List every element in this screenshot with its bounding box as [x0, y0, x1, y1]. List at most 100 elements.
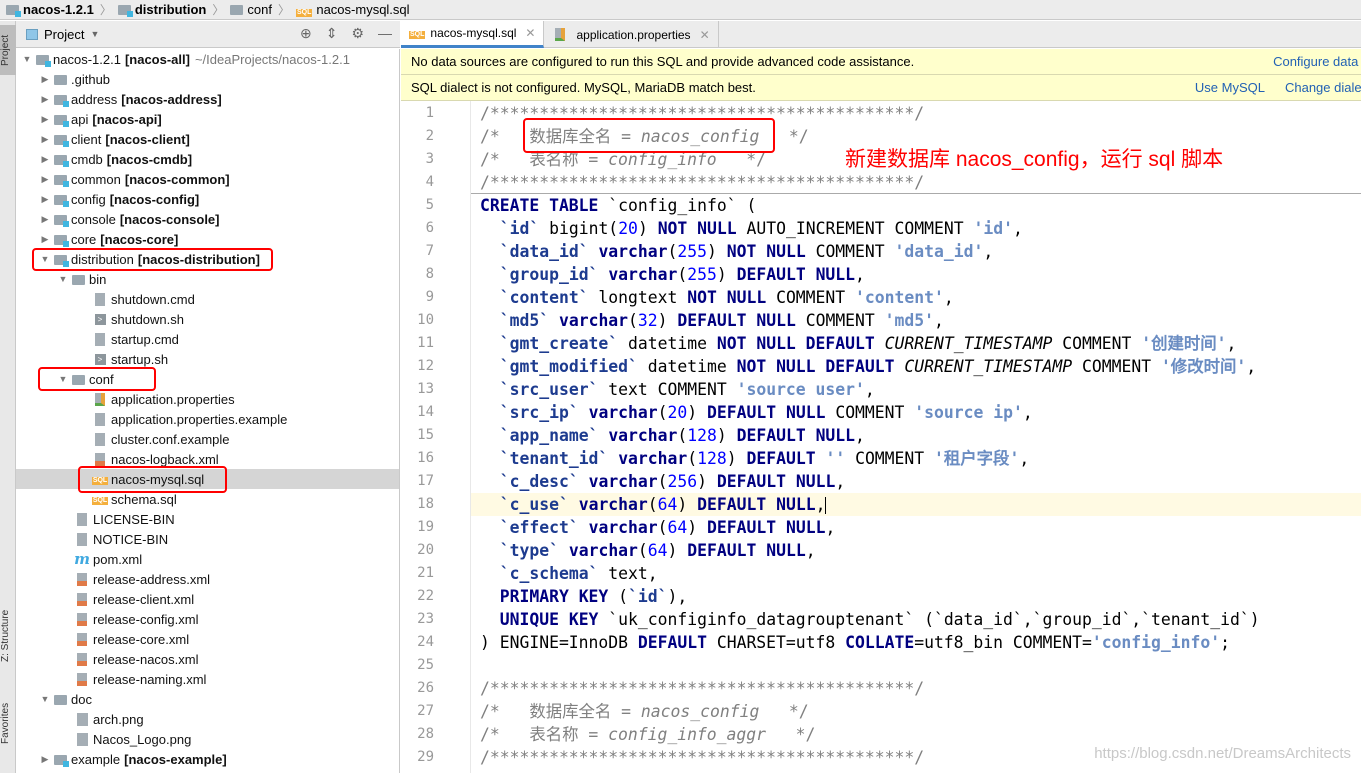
close-icon[interactable]: ✕ [525, 26, 535, 40]
code-line[interactable]: `c_desc` varchar(256) DEFAULT NULL, [401, 470, 1361, 493]
xml-icon [74, 612, 90, 626]
tree-item[interactable]: Nacos_Logo.png [16, 729, 399, 749]
use-mysql-link[interactable]: Use MySQL [1195, 80, 1265, 95]
tree-item[interactable]: arch.png [16, 709, 399, 729]
breadcrumb-distribution[interactable]: distribution [117, 2, 206, 17]
collapsed-arrow-icon[interactable]: ▶ [38, 114, 52, 125]
collapsed-arrow-icon[interactable]: ▶ [38, 754, 52, 765]
tree-item[interactable]: release-nacos.xml [16, 649, 399, 669]
tree-item[interactable]: release-address.xml [16, 569, 399, 589]
code-line[interactable]: `tenant_id` varchar(128) DEFAULT '' COMM… [401, 447, 1361, 470]
line-number: 20 [417, 542, 434, 558]
code-line[interactable]: `group_id` varchar(255) DEFAULT NULL, [401, 263, 1361, 286]
code-line[interactable]: CREATE TABLE `config_info` ( [401, 194, 1361, 217]
collapsed-arrow-icon[interactable]: ▶ [38, 154, 52, 165]
tree-item[interactable]: ▼ nacos-1.2.1 [nacos-all] ~/IdeaProjects/na… [16, 49, 399, 69]
tool-tab-project[interactable]: Project [0, 25, 16, 75]
tree-item[interactable]: release-client.xml [16, 589, 399, 609]
code-line[interactable]: PRIMARY KEY (`id`), [401, 585, 1361, 608]
code-line[interactable]: `effect` varchar(64) DEFAULT NULL, [401, 516, 1361, 539]
collapsed-arrow-icon[interactable]: ▶ [38, 234, 52, 245]
tab-application-properties[interactable]: application.properties ✕ [544, 21, 719, 48]
gear-icon[interactable]: ⚙ [351, 25, 364, 42]
code-token: COLLATE [845, 633, 915, 652]
code-line[interactable]: /* 表名称 = config_info_aggr */ [401, 723, 1361, 746]
tree-item[interactable]: ▶ core [nacos-core] [16, 229, 399, 249]
code-line[interactable]: ) ENGINE=InnoDB DEFAULT CHARSET=utf8 COL… [401, 631, 1361, 654]
code-line[interactable]: `gmt_create` datetime NOT NULL DEFAULT C… [401, 332, 1361, 355]
collapsed-arrow-icon[interactable]: ▶ [38, 94, 52, 105]
code-editor[interactable]: /***************************************… [401, 101, 1361, 773]
collapsed-arrow-icon[interactable]: ▶ [38, 194, 52, 205]
tree-item[interactable]: ▶ address [nacos-address] [16, 89, 399, 109]
tree-item[interactable]: ▶ console [nacos-console] [16, 209, 399, 229]
change-dialect-link[interactable]: Change dialect to... [1285, 80, 1361, 95]
tree-item[interactable]: ▶ config [nacos-config] [16, 189, 399, 209]
close-icon[interactable]: ✕ [700, 28, 710, 42]
tool-tab-favorites[interactable]: Favorites [0, 693, 16, 753]
tool-tab-structure[interactable]: Z: Structure [0, 596, 16, 676]
tree-item[interactable]: ▶ client [nacos-client] [16, 129, 399, 149]
tree-item-label: client [71, 131, 102, 147]
tree-item[interactable]: application.properties [16, 389, 399, 409]
code-line[interactable]: `c_schema` text, [401, 562, 1361, 585]
tree-item[interactable]: ▶ cmdb [nacos-cmdb] [16, 149, 399, 169]
chevron-down-icon[interactable]: ▼ [90, 29, 99, 39]
code-line[interactable]: `md5` varchar(32) DEFAULT NULL COMMENT '… [401, 309, 1361, 332]
tree-item[interactable]: release-naming.xml [16, 669, 399, 689]
code-line[interactable]: `src_user` text COMMENT 'source user', [401, 378, 1361, 401]
code-line[interactable]: `gmt_modified` datetime NOT NULL DEFAULT… [401, 355, 1361, 378]
code-line[interactable]: `data_id` varchar(255) NOT NULL COMMENT … [401, 240, 1361, 263]
code-line[interactable]: /***************************************… [401, 171, 1361, 194]
configure-data-source-link[interactable]: Configure data source [1273, 54, 1361, 69]
expanded-arrow-icon[interactable]: ▼ [20, 54, 34, 64]
expanded-arrow-icon[interactable]: ▼ [38, 694, 52, 704]
expanded-arrow-icon[interactable]: ▼ [56, 274, 70, 284]
code-line[interactable]: /* 数据库全名 = nacos_config */ [401, 700, 1361, 723]
tree-item[interactable]: ▶ .github [16, 69, 399, 89]
tree-item[interactable]: > shutdown.sh [16, 309, 399, 329]
tree-item[interactable]: ▶ common [nacos-common] [16, 169, 399, 189]
code-line[interactable]: `content` longtext NOT NULL COMMENT 'con… [401, 286, 1361, 309]
collapse-icon[interactable]: ⇕ [326, 25, 338, 42]
tree-item[interactable]: shutdown.cmd [16, 289, 399, 309]
breadcrumb-project[interactable]: nacos-1.2.1 [6, 2, 94, 17]
tree-item[interactable]: application.properties.example [16, 409, 399, 429]
locate-icon[interactable]: ⊕ [300, 25, 312, 42]
tree-item[interactable]: NOTICE-BIN [16, 529, 399, 549]
breadcrumb-file[interactable]: SQL nacos-mysql.sql [295, 2, 410, 17]
code-token: `config_info` ( [598, 196, 757, 215]
code-line[interactable]: `src_ip` varchar(20) DEFAULT NULL COMMEN… [401, 401, 1361, 424]
code-line[interactable]: `c_use` varchar(64) DEFAULT NULL, [401, 493, 1361, 516]
breadcrumb-conf[interactable]: conf [230, 2, 272, 17]
tree-item[interactable]: > startup.sh [16, 349, 399, 369]
tab-nacos-mysql-sql[interactable]: SQL nacos-mysql.sql ✕ [401, 21, 545, 48]
collapsed-arrow-icon[interactable]: ▶ [38, 134, 52, 145]
code-token: `uk_configinfo_datagrouptenant` (`data_i… [598, 610, 1260, 629]
properties-file-icon [552, 28, 568, 42]
tree-item[interactable]: release-config.xml [16, 609, 399, 629]
tree-item[interactable]: m pom.xml [16, 549, 399, 569]
collapsed-arrow-icon[interactable]: ▶ [38, 74, 52, 85]
tree-item[interactable]: ▶ example [nacos-example] [16, 749, 399, 769]
code-line[interactable]: /***************************************… [401, 677, 1361, 700]
code-token: DEFAULT NULL [707, 518, 826, 537]
tree-item[interactable]: ▼ doc [16, 689, 399, 709]
tree-item[interactable]: startup.cmd [16, 329, 399, 349]
code-line[interactable]: `type` varchar(64) DEFAULT NULL, [401, 539, 1361, 562]
code-line[interactable] [401, 654, 1361, 677]
project-view-selector[interactable]: Project [44, 27, 84, 42]
collapsed-arrow-icon[interactable]: ▶ [38, 174, 52, 185]
xml-icon [74, 652, 90, 666]
code-line[interactable]: `id` bigint(20) NOT NULL AUTO_INCREMENT … [401, 217, 1361, 240]
minimize-icon[interactable]: — [378, 25, 392, 42]
tree-item[interactable]: cluster.conf.example [16, 429, 399, 449]
code-line[interactable]: UNIQUE KEY `uk_configinfo_datagrouptenan… [401, 608, 1361, 631]
tree-item[interactable]: ▶ api [nacos-api] [16, 109, 399, 129]
tree-item[interactable]: release-core.xml [16, 629, 399, 649]
code-line[interactable]: `app_name` varchar(128) DEFAULT NULL, [401, 424, 1361, 447]
collapsed-arrow-icon[interactable]: ▶ [38, 214, 52, 225]
tree-item[interactable]: ▼ bin [16, 269, 399, 289]
tree-item[interactable]: LICENSE-BIN [16, 509, 399, 529]
